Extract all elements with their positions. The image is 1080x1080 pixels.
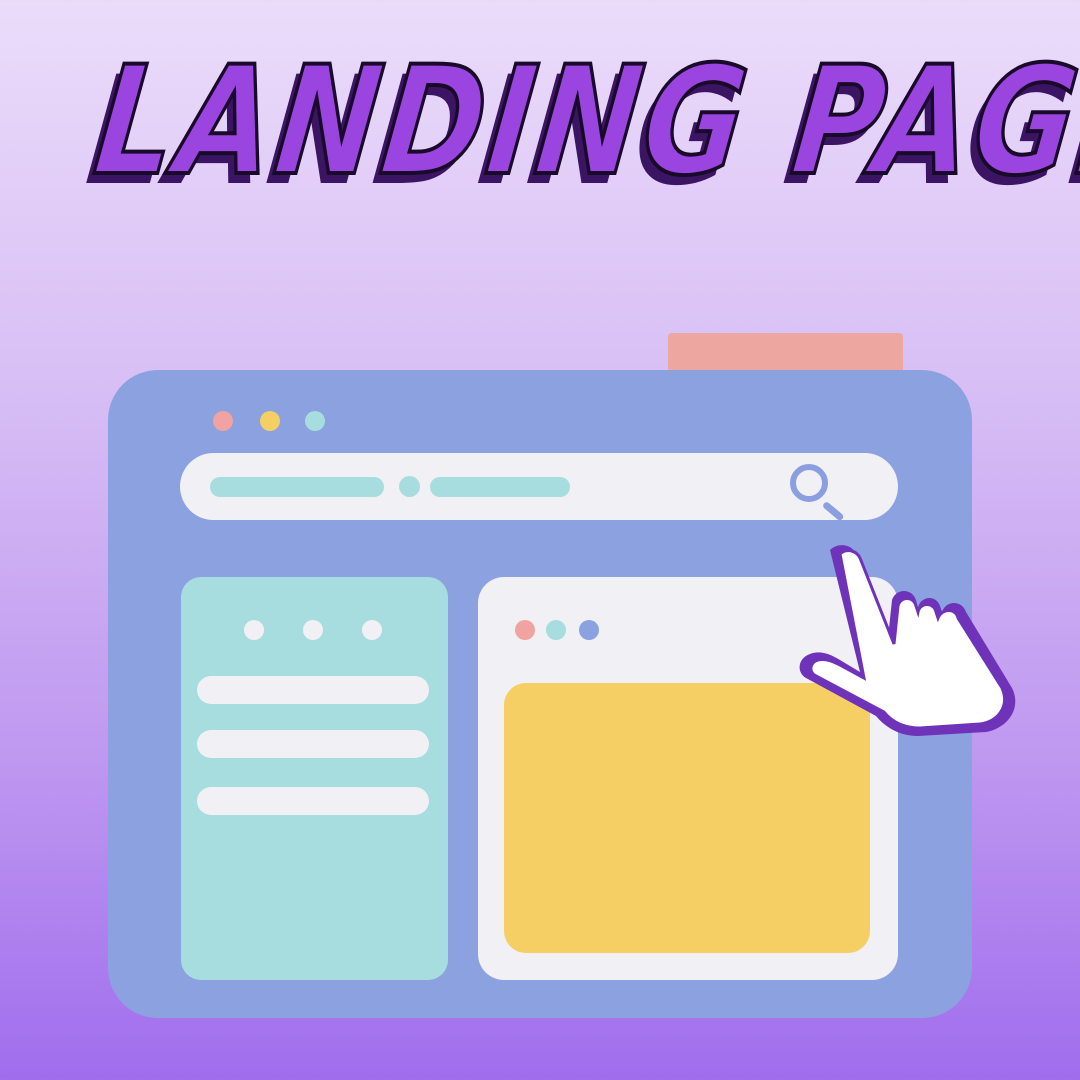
sidebar-line-item[interactable] bbox=[197, 787, 429, 815]
panel-dot bbox=[244, 620, 264, 640]
address-bar[interactable] bbox=[180, 453, 898, 522]
panel-dot bbox=[303, 620, 323, 640]
url-separator-dot bbox=[399, 476, 420, 497]
content-dot-red[interactable] bbox=[515, 620, 535, 640]
panel-dot bbox=[362, 620, 382, 640]
url-placeholder-segment bbox=[210, 477, 384, 497]
sidebar-line-item[interactable] bbox=[197, 676, 429, 704]
url-placeholder-segment bbox=[430, 477, 570, 497]
window-dot-teal[interactable] bbox=[305, 411, 325, 431]
pointing-hand-cursor-icon bbox=[799, 545, 1016, 736]
content-dot-teal[interactable] bbox=[546, 620, 566, 640]
window-dot-red[interactable] bbox=[213, 411, 233, 431]
content-dot-blue[interactable] bbox=[579, 620, 599, 640]
sidebar-line-item[interactable] bbox=[197, 730, 429, 758]
page-title: LANDING PAGE bbox=[85, 33, 1080, 211]
sidebar-panel bbox=[181, 577, 448, 980]
window-dot-yellow[interactable] bbox=[260, 411, 280, 431]
